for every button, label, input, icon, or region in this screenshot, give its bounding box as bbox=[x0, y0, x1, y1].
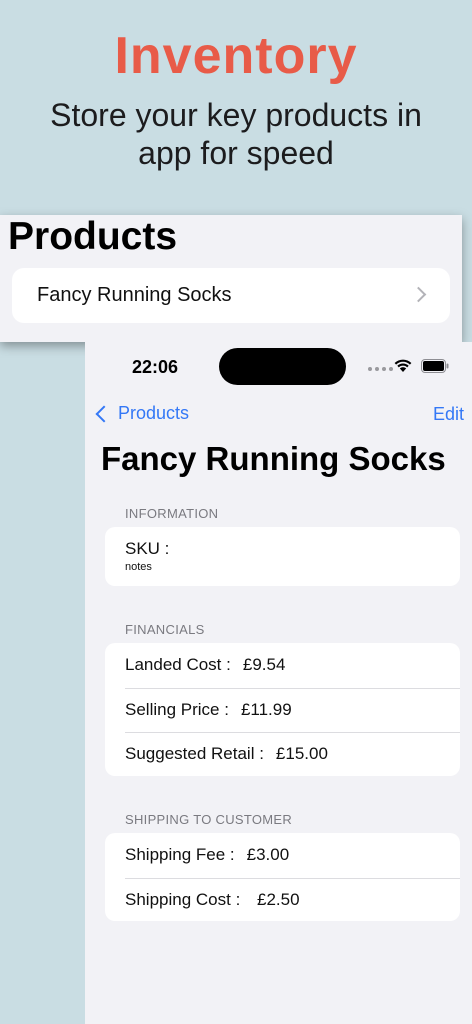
products-panel: Products Fancy Running Socks bbox=[0, 215, 462, 342]
products-heading: Products bbox=[8, 215, 178, 258]
dynamic-island bbox=[219, 348, 346, 385]
hero-title: Inventory bbox=[114, 27, 358, 85]
wifi-icon bbox=[394, 359, 412, 372]
sku-label: SKU : bbox=[125, 539, 170, 558]
shipping-row-fee: Shipping Fee : £3.00 bbox=[105, 833, 460, 878]
selling-price-value: £11.99 bbox=[240, 699, 292, 719]
phone-screen: 22:06 Products Edit Fancy Running Socks … bbox=[85, 342, 472, 1024]
shipping-cost-label: Shipping Cost : bbox=[125, 889, 241, 909]
selling-price-label: Selling Price : bbox=[125, 699, 229, 719]
signal-dots-icon bbox=[368, 367, 393, 371]
back-button-label: Products bbox=[118, 403, 190, 423]
shipping-fee-label: Shipping Fee : bbox=[125, 845, 235, 865]
section-header-financials: FINANCIALS bbox=[125, 622, 205, 637]
chevron-left-icon bbox=[95, 405, 113, 422]
battery-icon bbox=[421, 359, 449, 373]
landed-cost-value: £9.54 bbox=[242, 655, 286, 675]
financials-group: Landed Cost : £9.54 Selling Price : £11.… bbox=[105, 643, 460, 776]
section-header-shipping: SHIPPING TO CUSTOMER bbox=[125, 812, 293, 827]
hero-subtitle: Store your key products in app for speed bbox=[50, 97, 422, 171]
chevron-right-icon bbox=[410, 286, 427, 303]
section-header-information: INFORMATION bbox=[125, 506, 219, 521]
financial-row-suggested-retail: Suggested Retail : £15.00 bbox=[105, 732, 460, 777]
financial-row-selling-price: Selling Price : £11.99 bbox=[105, 687, 460, 733]
shipping-fee-value: £3.00 bbox=[246, 845, 290, 865]
back-button[interactable]: Products bbox=[92, 403, 189, 424]
information-group: SKU : notes bbox=[105, 527, 460, 586]
suggested-retail-value: £15.00 bbox=[275, 744, 328, 764]
suggested-retail-label: Suggested Retail : bbox=[125, 744, 264, 764]
shipping-cost-value: £2.50 bbox=[252, 889, 300, 909]
landed-cost-label: Landed Cost : bbox=[125, 655, 231, 675]
financial-row-landed-cost: Landed Cost : £9.54 bbox=[105, 643, 460, 688]
product-list-item[interactable]: Fancy Running Socks bbox=[12, 268, 450, 323]
page-title: Fancy Running Socks bbox=[101, 440, 446, 477]
shipping-row-cost: Shipping Cost : £2.50 bbox=[105, 877, 460, 923]
product-item-label: Fancy Running Socks bbox=[37, 284, 232, 306]
shipping-group: Shipping Fee : £3.00 Shipping Cost : £2.… bbox=[105, 833, 460, 921]
sku-notes: notes bbox=[125, 561, 152, 573]
edit-button[interactable]: Edit bbox=[433, 404, 464, 425]
status-time: 22:06 bbox=[132, 357, 179, 377]
